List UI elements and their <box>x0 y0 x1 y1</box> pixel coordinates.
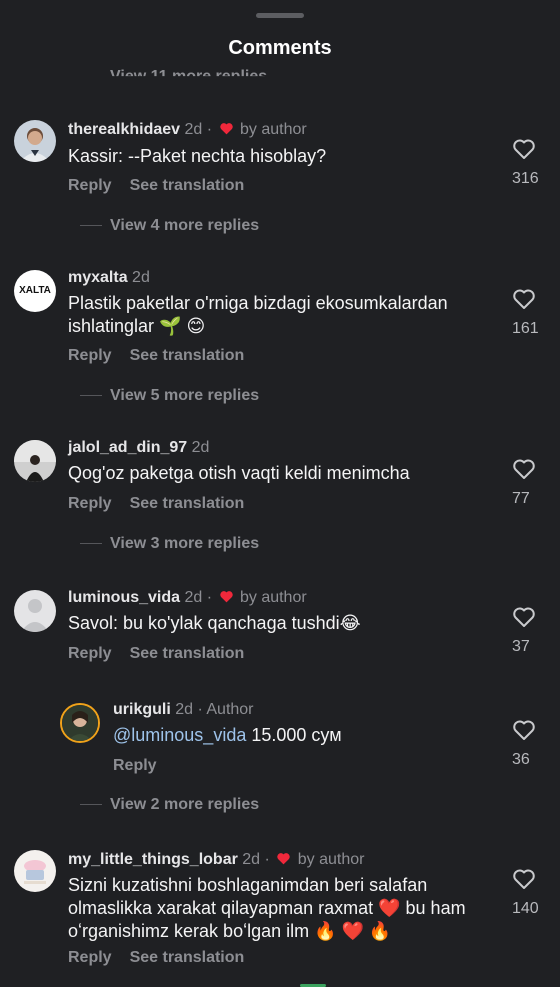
avatar[interactable] <box>60 703 100 743</box>
like-count: 36 <box>512 751 530 768</box>
username[interactable]: luminous_vida <box>68 589 180 606</box>
username[interactable]: urikguli <box>113 701 171 718</box>
comment-header: therealkhidaev 2d · by author <box>68 121 307 139</box>
heart-filled-icon <box>277 853 291 865</box>
sheet-title: Comments <box>228 37 332 59</box>
like-count: 140 <box>512 900 539 917</box>
comment-actions: Reply See translation <box>68 949 262 967</box>
separator: · <box>206 121 213 138</box>
avatar[interactable] <box>14 120 56 162</box>
username[interactable]: jalol_ad_din_97 <box>68 439 187 456</box>
heart-outline-icon[interactable] <box>512 868 536 890</box>
author-liked-tag: by author <box>297 851 365 868</box>
view-more-replies[interactable]: View 4 more replies <box>80 217 259 235</box>
reply-button[interactable]: Reply <box>113 757 157 774</box>
mention-link[interactable]: @luminous_vida <box>113 725 246 745</box>
comment-text: Savol: bu ko'ylak qanchaga tushdi😂 <box>68 613 361 633</box>
avatar[interactable] <box>14 440 56 482</box>
comment-header: my_little_things_lobar 2d · by author <box>68 851 364 869</box>
heart-outline-icon[interactable] <box>512 288 536 310</box>
avatar[interactable] <box>14 850 56 892</box>
reply-button[interactable]: Reply <box>68 645 112 662</box>
author-liked-tag: by author <box>240 121 307 138</box>
reply-text: @luminous_vida 15.000 сум <box>113 724 473 747</box>
divider <box>80 395 102 397</box>
comment-text: Sizni kuzatishni boshlaganimdan beri sal… <box>68 875 466 941</box>
timestamp-author: 2d · Author <box>175 701 254 718</box>
view-more-replies[interactable]: View 3 more replies <box>80 535 259 553</box>
heart-outline-icon[interactable] <box>512 138 536 160</box>
username[interactable]: therealkhidaev <box>68 121 180 138</box>
heart-outline-icon[interactable] <box>512 719 536 741</box>
timestamp: 2d <box>191 439 210 456</box>
see-translation-button[interactable]: See translation <box>130 949 245 966</box>
see-translation-button[interactable]: See translation <box>130 495 245 512</box>
see-translation-button[interactable]: See translation <box>130 177 245 194</box>
comment-header: jalol_ad_din_97 2d <box>68 439 209 457</box>
divider <box>80 543 102 545</box>
heart-filled-icon <box>219 123 233 135</box>
see-translation-button[interactable]: See translation <box>130 347 245 364</box>
comment-header: luminous_vida 2d · by author <box>68 589 307 607</box>
heart-outline-icon[interactable] <box>512 458 536 480</box>
avatar[interactable]: XALTA <box>14 270 56 312</box>
avatar-logo-text: XALTA <box>19 285 51 296</box>
comment-text: Qog'oz paketga otish vaqti keldi menimch… <box>68 463 410 483</box>
divider <box>80 804 102 806</box>
view-more-replies[interactable]: View 2 more replies <box>80 796 259 814</box>
see-translation-button[interactable]: See translation <box>130 645 245 662</box>
drag-handle[interactable] <box>256 13 304 18</box>
view-more-replies-partial[interactable]: View 11 more replies <box>110 68 267 76</box>
timestamp: 2d <box>184 121 203 138</box>
comment-header: myxalta 2d <box>68 269 150 287</box>
reply-button[interactable]: Reply <box>68 949 112 966</box>
reply-body: 15.000 сум <box>246 725 342 745</box>
comment-actions: Reply See translation <box>68 645 262 663</box>
reply-button[interactable]: Reply <box>68 177 112 194</box>
comment-text: Kassir: --Paket nechta hisoblay? <box>68 146 327 166</box>
comment-text: Plastik paketlar o'rniga bizdagi ekosumk… <box>68 293 448 336</box>
username[interactable]: my_little_things_lobar <box>68 851 238 868</box>
heart-outline-icon[interactable] <box>512 606 536 628</box>
heart-filled-icon <box>219 591 233 603</box>
reply-header: urikguli 2d · Author <box>113 701 254 719</box>
comment-actions: Reply See translation <box>68 177 262 195</box>
author-liked-tag: by author <box>239 589 307 606</box>
comment-actions: Reply See translation <box>68 347 262 365</box>
reply-button[interactable]: Reply <box>68 347 112 364</box>
timestamp: 2d <box>132 269 150 286</box>
separator: · <box>206 589 213 606</box>
timestamp: 2d <box>242 851 261 868</box>
comment-actions: Reply See translation <box>68 495 262 513</box>
avatar[interactable] <box>14 590 56 632</box>
separator: · <box>264 851 270 868</box>
divider <box>80 225 102 227</box>
view-more-replies[interactable]: View 5 more replies <box>80 387 259 405</box>
reply-actions: Reply <box>113 757 175 775</box>
like-count: 77 <box>512 490 530 507</box>
reply-button[interactable]: Reply <box>68 495 112 512</box>
like-count: 161 <box>512 320 539 337</box>
timestamp: 2d <box>184 589 203 606</box>
username[interactable]: myxalta <box>68 269 128 286</box>
comments-sheet: Comments View 11 more replies therealkhi… <box>0 0 560 987</box>
like-count: 37 <box>512 638 530 655</box>
like-count: 316 <box>512 170 539 187</box>
